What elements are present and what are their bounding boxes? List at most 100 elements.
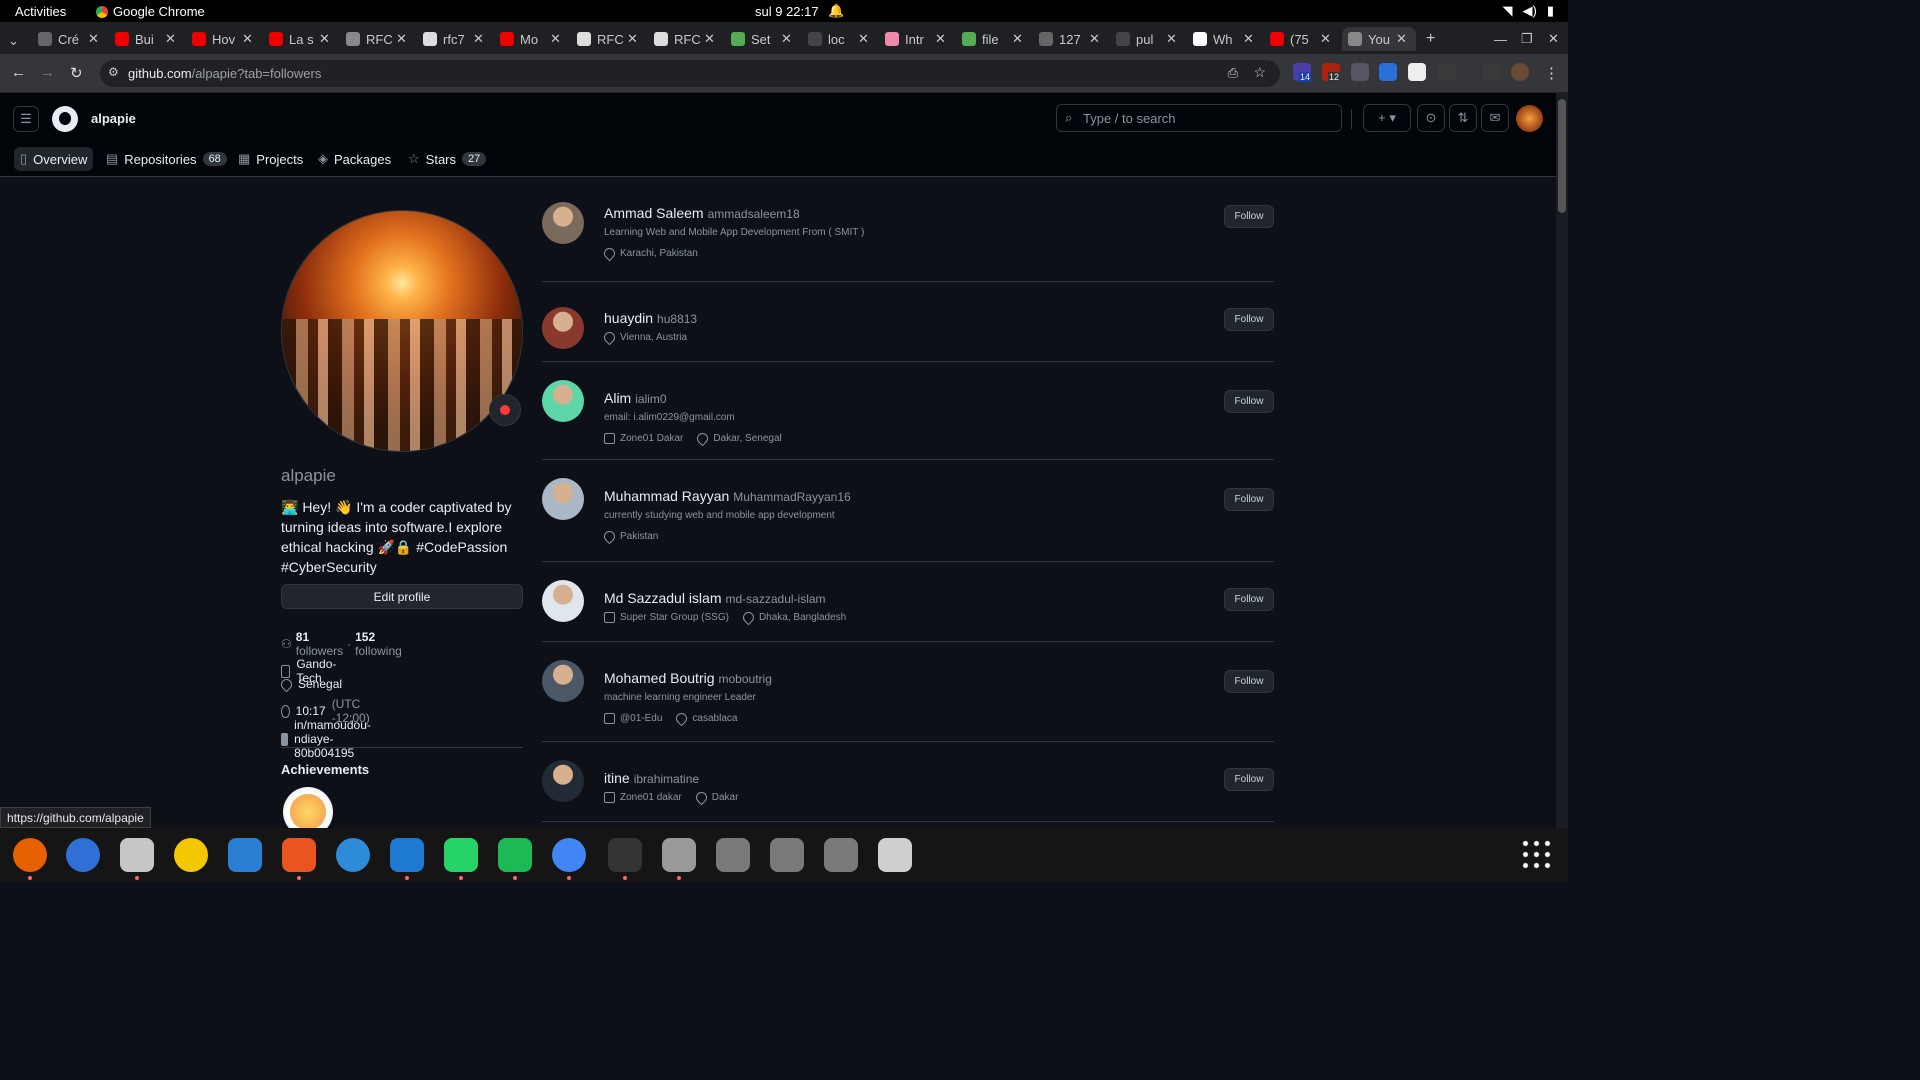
extension-icon-1[interactable]: 14 [1293,63,1312,82]
follower-name[interactable]: Muhammad Rayyan [604,488,729,504]
new-tab-button[interactable]: + [1426,27,1435,51]
create-new-button[interactable]: + ▾ [1363,104,1411,132]
follower-login[interactable]: MuhammadRayyan16 [733,490,850,504]
follower-login[interactable]: hu8813 [657,312,697,326]
install-icon[interactable]: ⎙ [1228,65,1238,81]
minimize-button[interactable]: — [1494,27,1507,51]
vscode-icon[interactable] [390,838,424,872]
follower-name[interactable]: Ammad Saleem [604,205,704,221]
browser-tab[interactable]: rfc7 ✕ [423,27,493,51]
chrome-menu-icon[interactable]: ⋮ [1544,64,1559,82]
app-icon-3[interactable] [824,838,858,872]
follower-avatar[interactable] [542,307,584,349]
follower-name-line[interactable]: huaydin hu8813 [604,310,697,326]
follow-button[interactable]: Follow [1224,670,1274,693]
profile-tab[interactable]: ▤ Repositories 68 [106,147,227,171]
browser-tab[interactable]: pul ✕ [1116,27,1186,51]
pull-requests-icon[interactable]: ⇅ [1449,104,1477,132]
tab-close-icon[interactable]: ✕ [550,31,561,47]
github-logo-icon[interactable] [52,106,78,132]
tab-close-icon[interactable]: ✕ [627,31,638,47]
spotify-icon[interactable] [498,838,532,872]
user-avatar[interactable] [1516,105,1543,132]
follower-name-line[interactable]: Ammad Saleem ammadsaleem18 [604,205,800,221]
firefox-icon[interactable] [13,838,47,872]
tab-close-icon[interactable]: ✕ [396,31,407,47]
chrome-dock-icon[interactable] [552,838,586,872]
page-scrollbar[interactable] [1556,93,1568,828]
follower-login[interactable]: ammadsaleem18 [708,207,800,221]
tab-close-icon[interactable]: ✕ [473,31,484,47]
f-extension-icon[interactable] [1379,63,1397,81]
follower-name-line[interactable]: Muhammad Rayyan MuhammadRayyan16 [604,488,851,504]
extension-icon-5[interactable] [1408,63,1426,81]
follower-avatar[interactable] [542,760,584,802]
follower-name[interactable]: Md Sazzadul islam [604,590,722,606]
achievement-badge[interactable] [283,787,333,828]
browser-tab[interactable]: Hov ✕ [192,27,262,51]
search-input[interactable]: ⌕ Type / to search [1056,104,1342,132]
follow-button[interactable]: Follow [1224,308,1274,331]
edit-profile-button[interactable]: Edit profile [281,584,523,609]
tab-close-icon[interactable]: ✕ [1320,31,1331,47]
app-icon-1[interactable] [716,838,750,872]
browser-tab[interactable]: Intr ✕ [885,27,955,51]
settings-icon[interactable] [662,838,696,872]
back-icon[interactable]: ← [11,64,26,81]
follower-login[interactable]: ibrahimatine [634,772,699,786]
files-icon[interactable] [120,838,154,872]
browser-tab[interactable]: Set ✕ [731,27,801,51]
shield-extension-icon[interactable] [1351,63,1369,81]
follower-name-line[interactable]: Md Sazzadul islam md-sazzadul-islam [604,590,826,606]
writer-icon[interactable] [228,838,262,872]
profile-tab[interactable]: ▦ Projects [238,147,303,171]
maximize-button[interactable]: ❐ [1521,27,1533,51]
app-menu[interactable]: Google Chrome [96,4,205,19]
terminal-icon[interactable] [608,838,642,872]
tab-close-icon[interactable]: ✕ [1012,31,1023,47]
tab-close-icon[interactable]: ✕ [319,31,330,47]
browser-tab[interactable]: Cré ✕ [38,27,108,51]
trash-icon[interactable] [878,838,912,872]
system-tray[interactable]: ◥ ◀) ▮ [1503,3,1554,19]
follower-name-line[interactable]: Mohamed Boutrig moboutrig [604,670,772,686]
follower-name[interactable]: Mohamed Boutrig [604,670,715,686]
browser-tab[interactable]: loc ✕ [808,27,878,51]
activities-button[interactable]: Activities [15,4,66,19]
tab-search-button[interactable]: ⌄ [8,29,19,53]
inbox-icon[interactable]: ✉ [1481,104,1509,132]
extension-icon-2[interactable]: 12 [1322,63,1341,82]
show-apps-icon[interactable] [1520,838,1554,872]
browser-tab[interactable]: file ✕ [962,27,1032,51]
follow-button[interactable]: Follow [1224,588,1274,611]
follower-name[interactable]: Alim [604,390,631,406]
extensions-puzzle-icon[interactable] [1438,63,1456,81]
issues-icon[interactable]: ⊙ [1417,104,1445,132]
browser-tab[interactable]: You ✕ [1342,27,1416,51]
follow-button[interactable]: Follow [1224,488,1274,511]
follower-avatar[interactable] [542,660,584,702]
follower-name[interactable]: huaydin [604,310,653,326]
follow-button[interactable]: Follow [1224,390,1274,413]
scrollbar-thumb[interactable] [1558,99,1566,213]
tab-close-icon[interactable]: ✕ [88,31,99,47]
follower-avatar[interactable] [542,380,584,422]
tab-close-icon[interactable]: ✕ [1166,31,1177,47]
app-icon-2[interactable] [770,838,804,872]
profile-tab[interactable]: ▯ Overview [14,147,94,171]
tab-close-icon[interactable]: ✕ [1396,31,1407,47]
tab-close-icon[interactable]: ✕ [935,31,946,47]
tab-close-icon[interactable]: ✕ [858,31,869,47]
tab-close-icon[interactable]: ✕ [242,31,253,47]
tab-close-icon[interactable]: ✕ [781,31,792,47]
bookmark-star-icon[interactable]: ☆ [1253,64,1266,81]
follower-login[interactable]: moboutrig [719,672,772,686]
tab-close-icon[interactable]: ✕ [1243,31,1254,47]
achievements-heading[interactable]: Achievements [281,762,369,777]
follower-name-line[interactable]: itine ibrahimatine [604,770,699,786]
media-control-icon[interactable] [1482,63,1500,81]
linkedin-link[interactable]: in/mamoudou-ndiaye-80b004195 [294,718,377,760]
browser-tab[interactable]: RFC ✕ [346,27,416,51]
follower-avatar[interactable] [542,580,584,622]
follower-login[interactable]: md-sazzadul-islam [726,592,826,606]
